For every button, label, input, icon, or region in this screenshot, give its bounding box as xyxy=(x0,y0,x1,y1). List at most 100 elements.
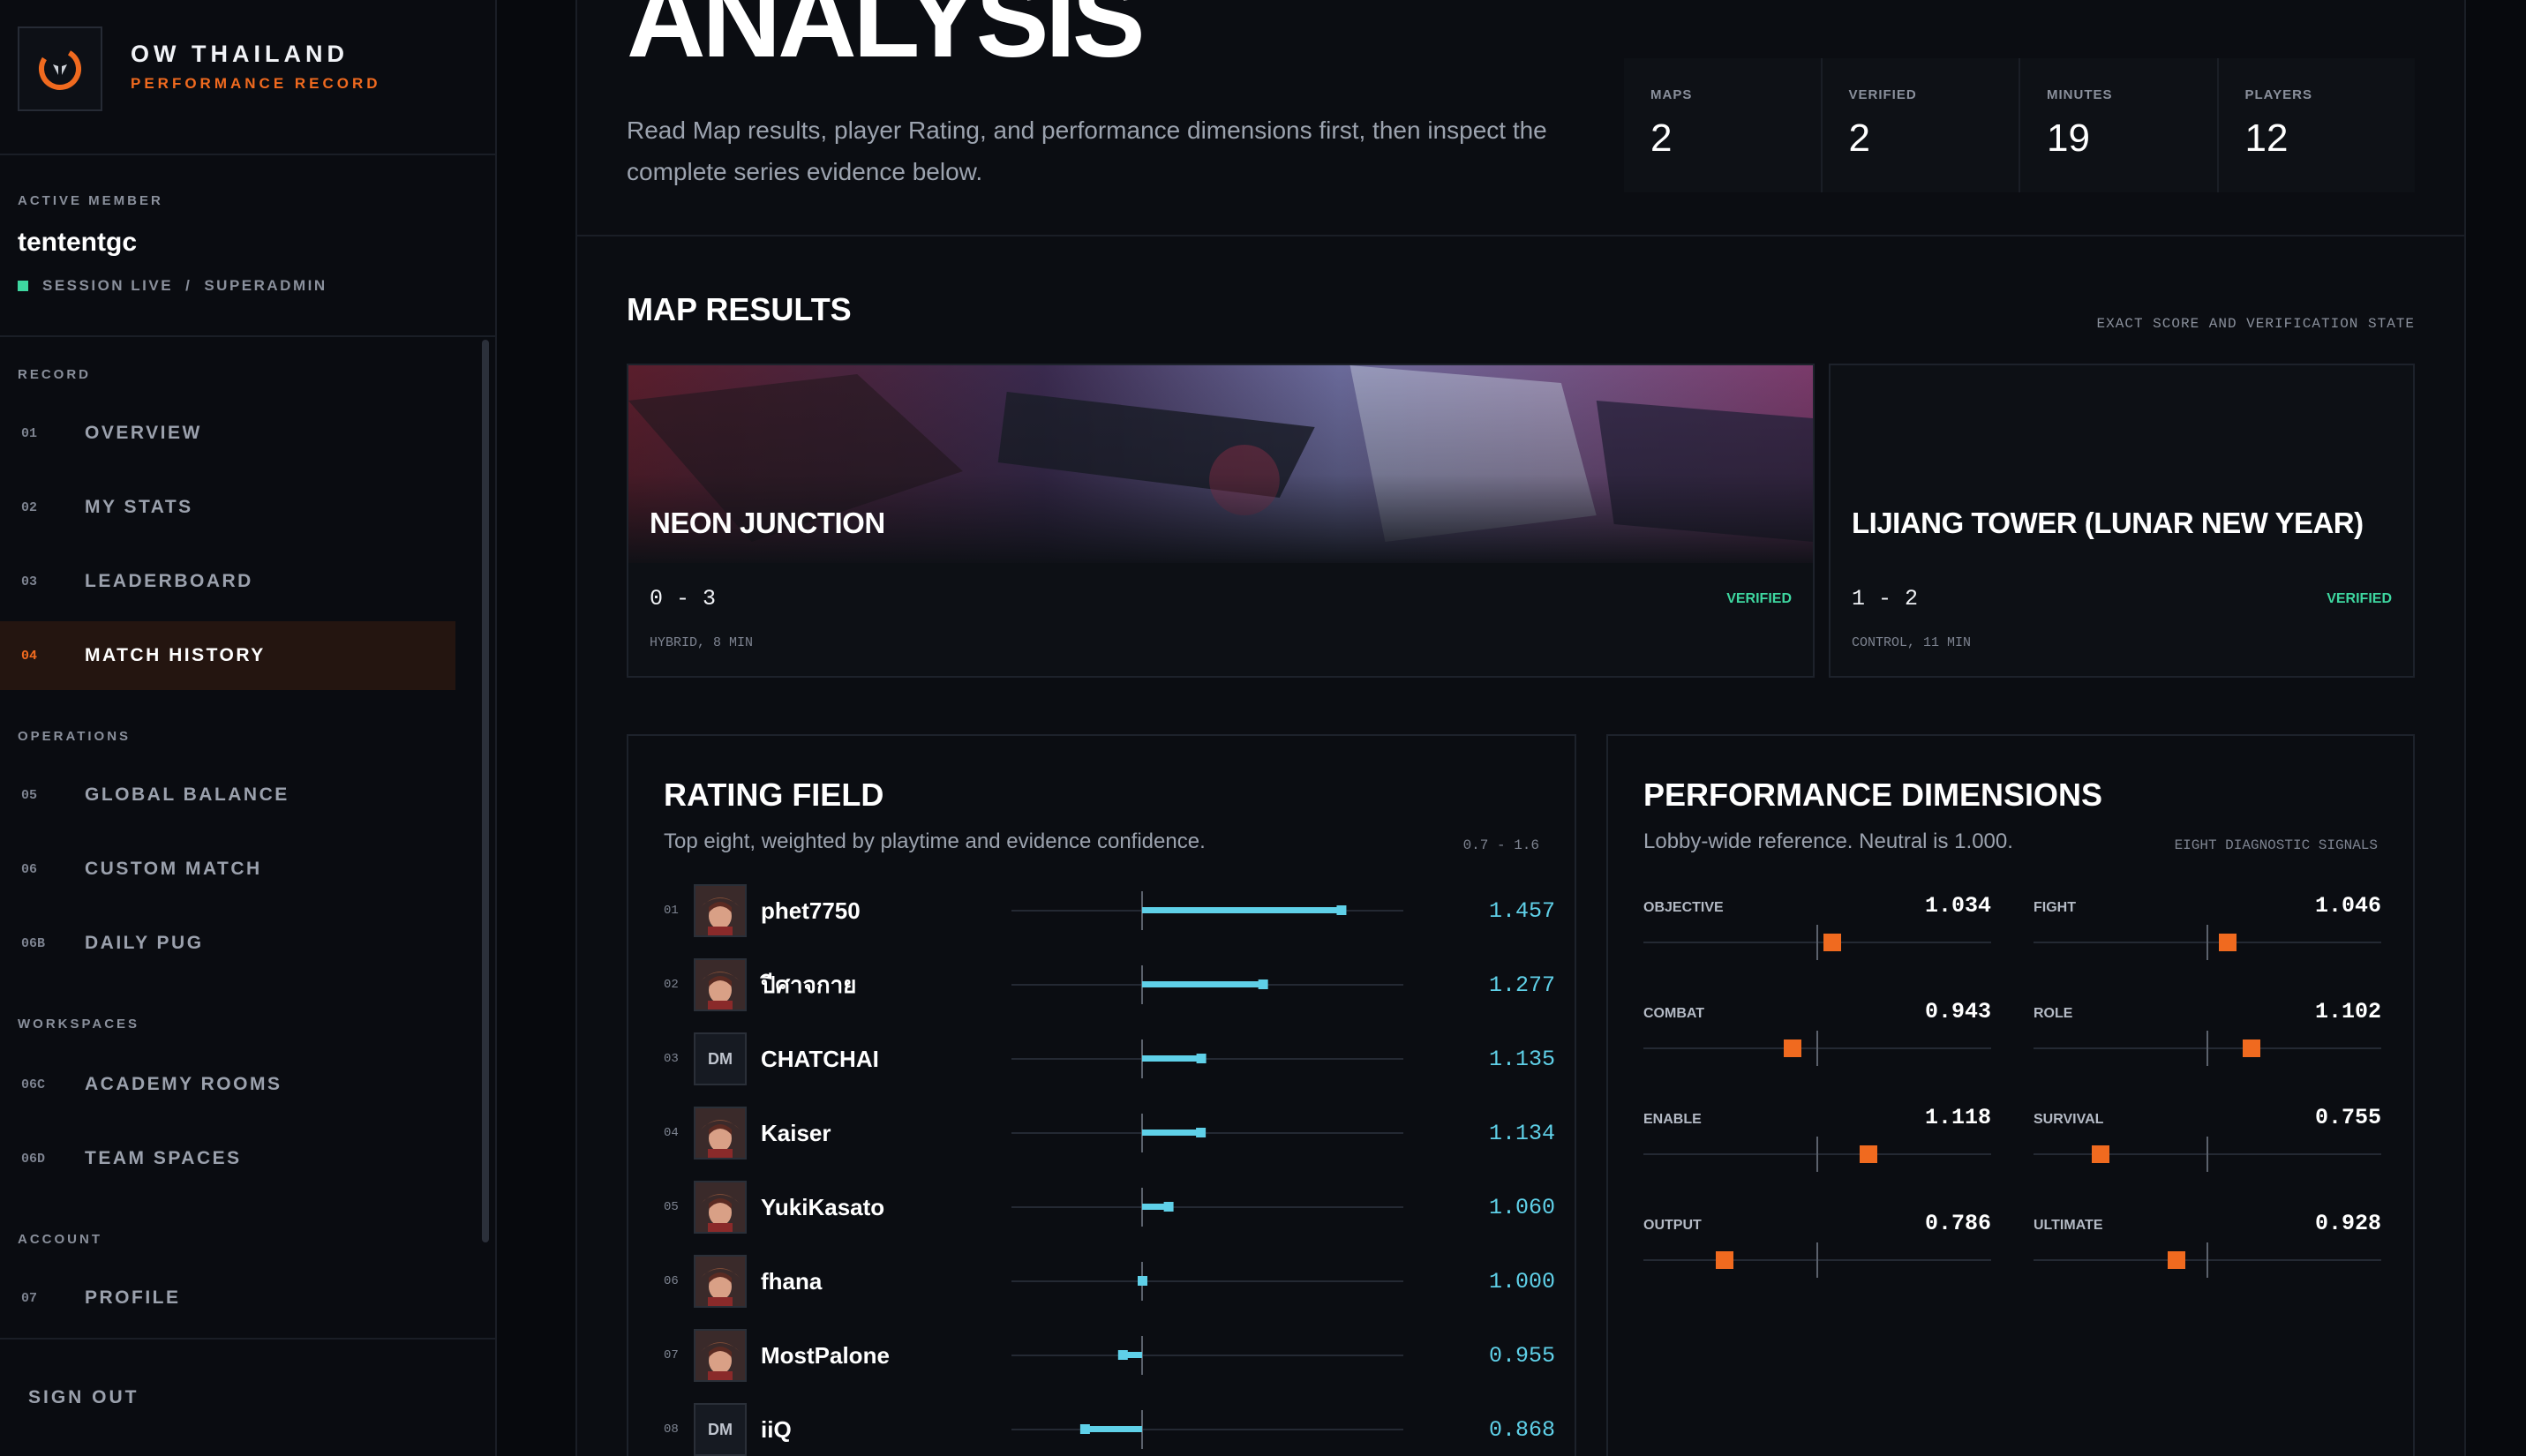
dimension-value: 0.943 xyxy=(1924,999,1991,1024)
nav-item-custom-match[interactable]: 06 CUSTOM MATCH xyxy=(0,835,455,904)
rating-row[interactable]: 04 Kaiser 1.134 xyxy=(664,1096,1555,1170)
status-separator: / xyxy=(185,277,192,294)
rating-value: 0.868 xyxy=(1488,1416,1555,1443)
sign-out-button[interactable]: SIGN OUT xyxy=(28,1387,139,1408)
nav-item-team-spaces[interactable]: 06D TEAM SPACES xyxy=(0,1124,455,1193)
nav-number: 06C xyxy=(21,1077,46,1092)
member-name: tententgc xyxy=(18,228,137,257)
rating-bar-chart xyxy=(1011,1114,1403,1152)
overwatch-logo[interactable] xyxy=(18,26,102,111)
rating-point xyxy=(1163,1202,1174,1212)
performance-panel: PERFORMANCE DIMENSIONS Lobby-wide refere… xyxy=(1606,734,2415,1456)
stat-minutes: MINUTES 19 xyxy=(2020,58,2217,192)
nav-item-daily-pug[interactable]: 06B DAILY PUG xyxy=(0,909,455,978)
rating-bar-chart xyxy=(1011,1336,1403,1375)
dimension-label: OUTPUT xyxy=(1643,1218,1702,1233)
dimension-value: 1.118 xyxy=(1924,1105,1991,1130)
map-card-lijiang-tower[interactable]: LIJIANG TOWER (LUNAR NEW YEAR) 1 - 2 VER… xyxy=(1829,364,2415,678)
rating-value: 1.000 xyxy=(1488,1268,1555,1295)
dimension-label: ROLE xyxy=(2034,1006,2073,1021)
rating-row[interactable]: 03 DM CHATCHAI 1.135 xyxy=(664,1022,1555,1096)
divider xyxy=(0,335,495,337)
stat-value: 2 xyxy=(1848,116,1870,160)
nav-number: 02 xyxy=(21,499,38,515)
page-title: ANALYSIS xyxy=(627,0,1146,80)
rating-point xyxy=(1079,1424,1090,1434)
rating-row[interactable]: 01 phet7750 1.457 xyxy=(664,874,1555,948)
brand-title: OW THAILAND xyxy=(131,41,349,67)
rating-range: 0.7 - 1.6 xyxy=(1462,837,1539,853)
rating-point xyxy=(1336,905,1347,915)
nav-item-leaderboard[interactable]: 03 LEADERBOARD xyxy=(0,547,455,616)
nav-label: LEADERBOARD xyxy=(85,571,253,591)
stat-label: MINUTES xyxy=(2047,87,2113,102)
rating-row[interactable]: 06 fhana 1.000 xyxy=(664,1244,1555,1318)
map-card-neon-junction[interactable]: NEON JUNCTION 0 - 3 VERIFIED HYBRID, 8 M… xyxy=(627,364,1815,678)
rating-value: 1.277 xyxy=(1488,972,1555,998)
dimension-label: COMBAT xyxy=(1643,1006,1705,1021)
rating-value: 1.060 xyxy=(1488,1194,1555,1220)
stat-maps: MAPS 2 xyxy=(1624,58,1821,192)
rating-row[interactable]: 08 DM iiQ 0.868 xyxy=(664,1392,1555,1456)
rating-point xyxy=(1138,1276,1147,1286)
nav-item-my-stats[interactable]: 02 MY STATS xyxy=(0,473,455,542)
rating-row[interactable]: 07 MostPalone 0.955 xyxy=(664,1318,1555,1392)
dimension-marker xyxy=(2092,1145,2110,1163)
map-results-title: MAP RESULTS xyxy=(627,291,852,327)
nav-number: 01 xyxy=(21,425,38,441)
rating-bar-chart xyxy=(1011,965,1403,1004)
dimension-value: 0.928 xyxy=(2314,1211,2381,1236)
dimension-value: 1.034 xyxy=(1924,893,1991,919)
rating-value: 1.457 xyxy=(1488,897,1555,924)
sidebar-scrollbar[interactable] xyxy=(482,340,489,1242)
stat-value: 2 xyxy=(1650,116,1673,160)
rating-row[interactable]: 02 ปีศาจกาย 1.277 xyxy=(664,948,1555,1022)
rating-bar-chart xyxy=(1011,1188,1403,1227)
rating-point xyxy=(1196,1128,1207,1137)
dimension-neutral-line xyxy=(2206,1031,2208,1066)
stat-label: MAPS xyxy=(1650,87,1693,102)
rating-point xyxy=(1117,1350,1128,1360)
nav-number: 03 xyxy=(21,574,38,589)
dimension-label: ENABLE xyxy=(1643,1112,1702,1127)
dimension-label: SURVIVAL xyxy=(2034,1112,2104,1127)
nav-label: CUSTOM MATCH xyxy=(85,859,262,879)
dimension-marker xyxy=(1823,934,1841,951)
stat-players: PLAYERS 12 xyxy=(2218,58,2415,192)
dimension-enable: ENABLE 1.118 xyxy=(1643,1105,1991,1211)
rating-bar xyxy=(1142,1055,1201,1062)
rating-field-panel: RATING FIELD Top eight, weighted by play… xyxy=(627,734,1576,1456)
nav-number: 07 xyxy=(21,1290,38,1306)
nav-item-match-history[interactable]: 04 MATCH HISTORY xyxy=(0,621,455,690)
map-results-note: EXACT SCORE AND VERIFICATION STATE xyxy=(2096,316,2415,332)
dimension-marker xyxy=(1715,1251,1733,1269)
nav-item-academy-rooms[interactable]: 06C ACADEMY ROOMS xyxy=(0,1050,455,1119)
performance-note: EIGHT DIAGNOSTIC SIGNALS xyxy=(2174,837,2378,853)
dimension-neutral-line xyxy=(1816,925,1818,960)
rating-point xyxy=(1196,1054,1207,1063)
nav-item-global-balance[interactable]: 05 GLOBAL BALANCE xyxy=(0,761,455,829)
dimension-role: ROLE 1.102 xyxy=(2034,999,2381,1105)
rating-bar xyxy=(1142,1130,1201,1136)
rating-bar-chart xyxy=(1011,1262,1403,1301)
stat-value: 12 xyxy=(2244,116,2289,160)
nav-item-profile[interactable]: 07 PROFILE xyxy=(0,1264,455,1332)
map-name: LIJIANG TOWER (LUNAR NEW YEAR) xyxy=(1852,507,2364,539)
session-status-text: SESSION LIVE xyxy=(42,277,174,294)
stat-verified: VERIFIED 2 xyxy=(1822,58,2019,192)
nav-item-overview[interactable]: 01 OVERVIEW xyxy=(0,399,455,468)
dimension-fight: FIGHT 1.046 xyxy=(2034,893,2381,999)
rating-bar xyxy=(1084,1426,1142,1432)
dimension-neutral-line xyxy=(2206,1137,2208,1172)
rating-row[interactable]: 05 YukiKasato 1.060 xyxy=(664,1170,1555,1244)
nav-label: TEAM SPACES xyxy=(85,1148,242,1168)
session-status: SESSION LIVE / SUPERADMIN xyxy=(18,277,327,295)
stat-value: 19 xyxy=(2047,116,2090,160)
verified-badge: VERIFIED xyxy=(1726,591,1792,606)
rating-bar xyxy=(1142,981,1263,987)
dimension-value: 1.046 xyxy=(2314,893,2381,919)
nav-number: 05 xyxy=(21,787,38,803)
summary-stats: MAPS 2 VERIFIED 2 MINUTES 19 PLAYERS 12 xyxy=(1624,58,2415,192)
overwatch-logo-icon xyxy=(39,48,81,90)
status-dot-icon xyxy=(18,281,28,291)
